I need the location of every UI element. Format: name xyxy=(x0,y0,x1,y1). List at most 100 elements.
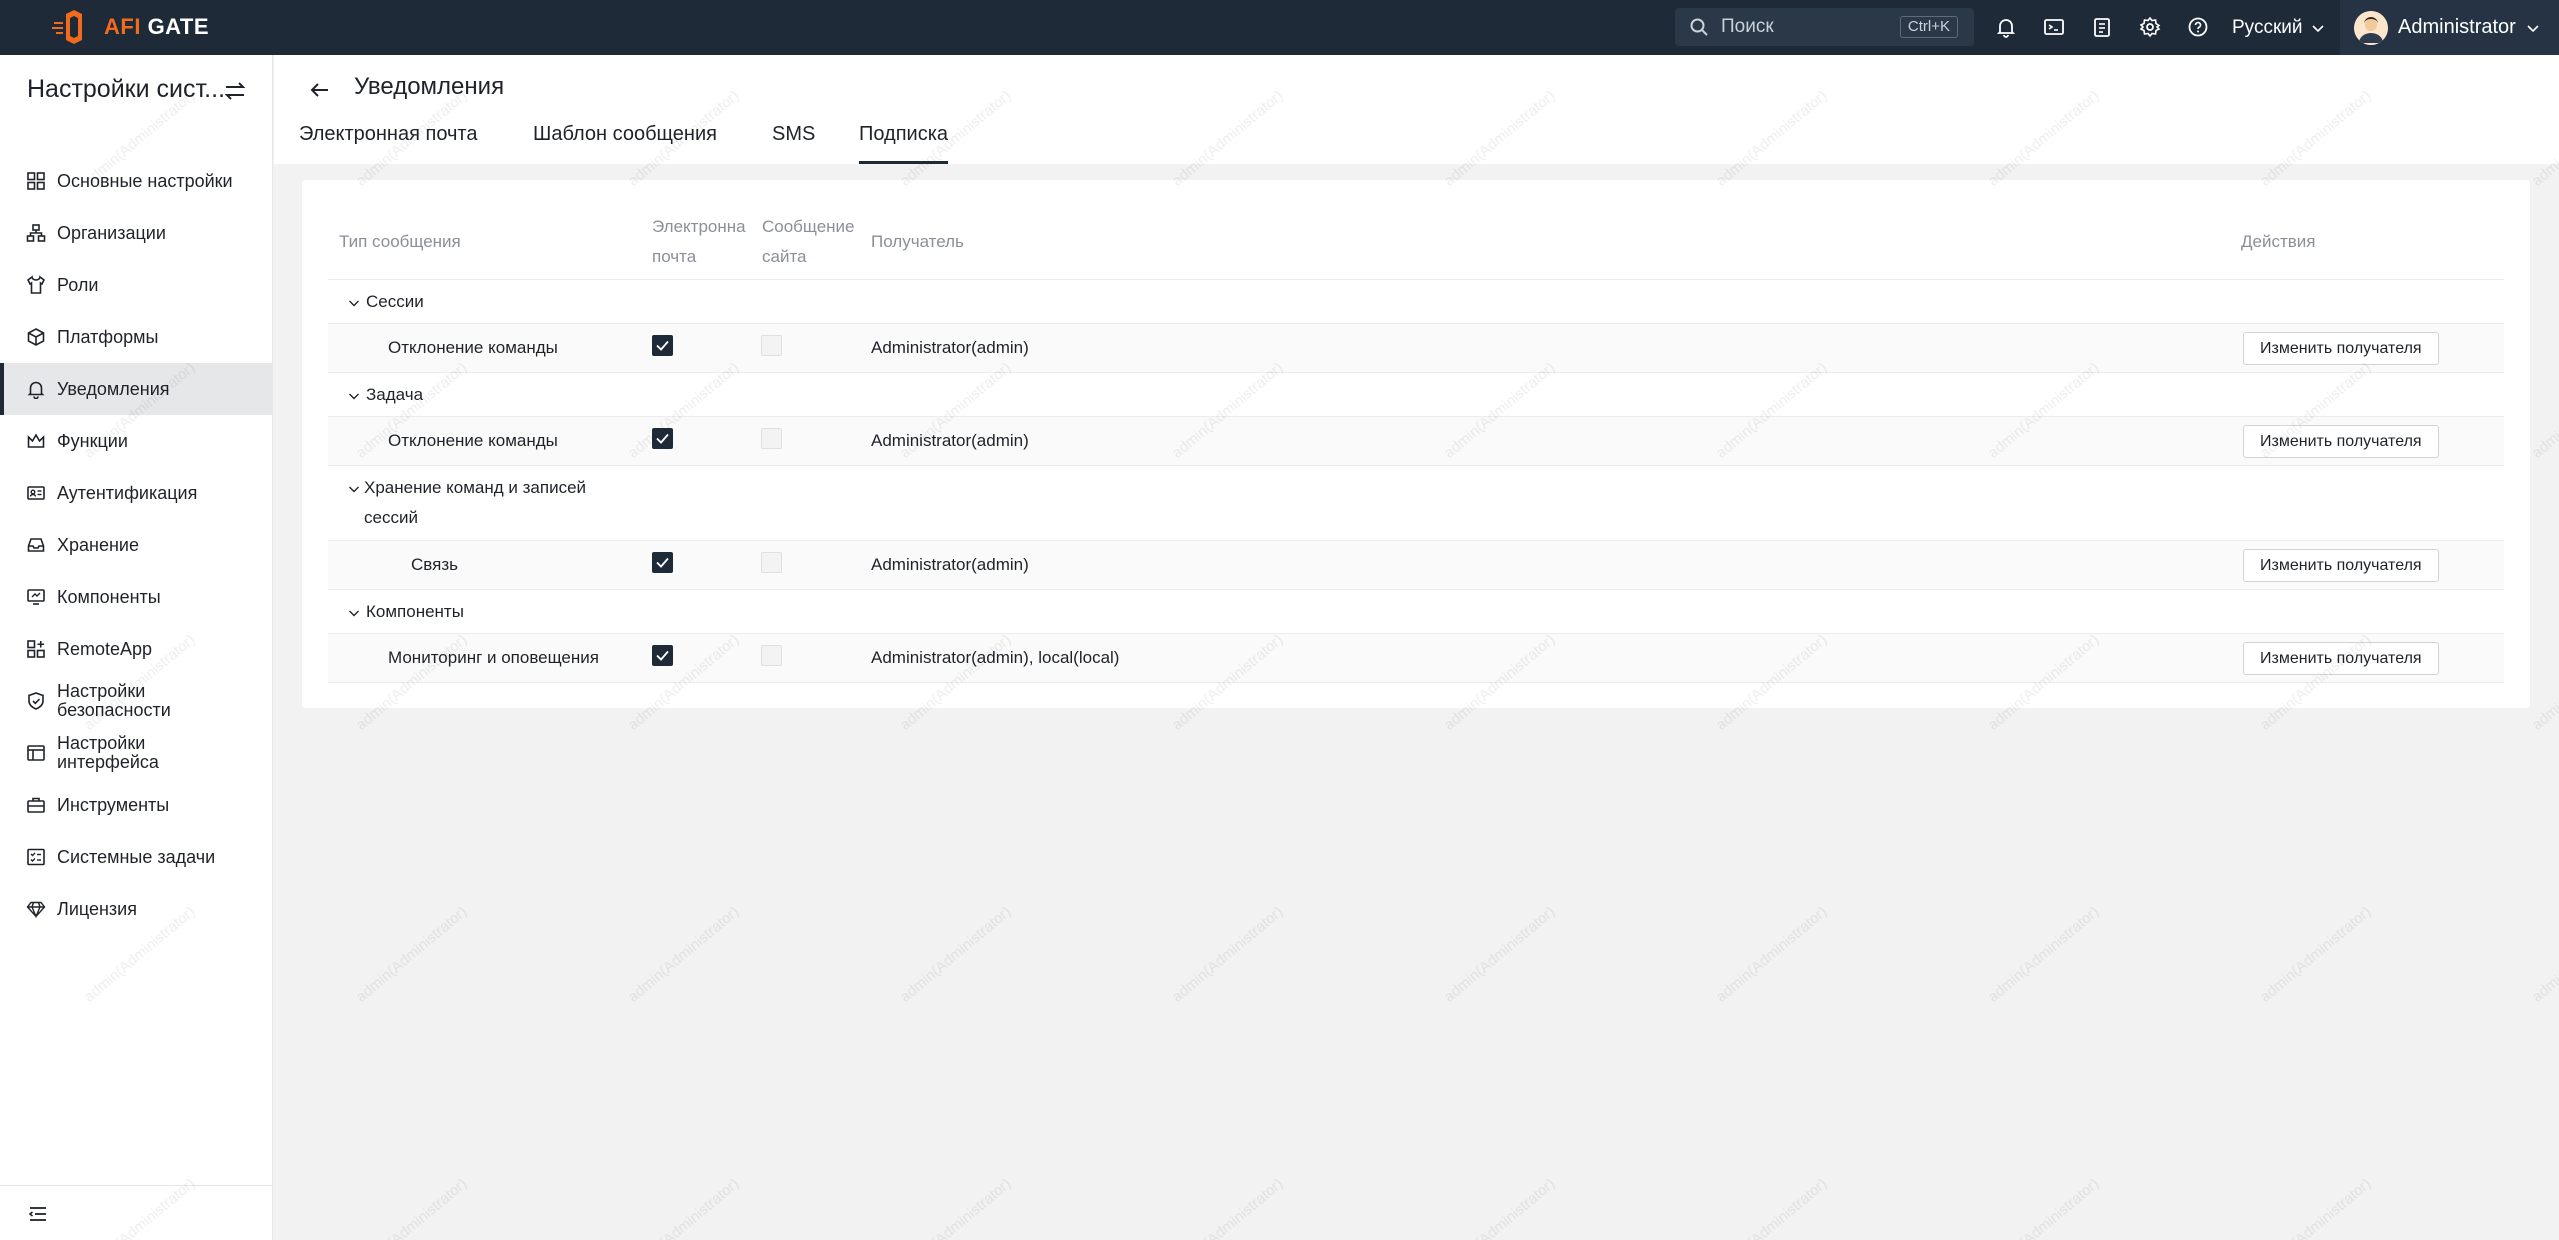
sidebar-item-remoteapp[interactable]: RemoteApp xyxy=(0,623,273,675)
email-checkbox[interactable] xyxy=(652,335,673,356)
shirt-icon xyxy=(26,275,46,294)
change-recipient-button[interactable]: Изменить получателя xyxy=(2243,549,2439,582)
sidebar-item-interface-settings[interactable]: Настройки интерфейса xyxy=(0,727,273,779)
chevron-down-icon[interactable] xyxy=(348,390,360,402)
tab-email[interactable]: Электронная почта xyxy=(299,123,477,164)
toolbox-icon xyxy=(27,797,45,813)
sidebar-item-label: Инструменты xyxy=(57,794,170,815)
group-sessions[interactable]: Сессии xyxy=(366,287,424,317)
clipboard-icon[interactable] xyxy=(2088,13,2116,41)
terminal-icon[interactable] xyxy=(2040,13,2068,41)
column-header-site-line1: Сообщение xyxy=(762,217,855,236)
diamond-icon xyxy=(26,901,46,919)
sidebar-item-license[interactable]: Лицензия xyxy=(0,883,273,935)
group-components[interactable]: Компоненты xyxy=(366,597,464,627)
gear-icon[interactable] xyxy=(2136,13,2164,41)
site-checkbox[interactable] xyxy=(761,428,782,449)
group-command-storage-line2[interactable]: сессий xyxy=(364,503,418,533)
help-icon[interactable] xyxy=(2184,13,2212,41)
tasks-icon xyxy=(27,848,45,866)
logo[interactable]: AFI GATE xyxy=(52,10,209,44)
sidebar-footer xyxy=(0,1185,273,1240)
email-checkbox[interactable] xyxy=(652,645,673,666)
top-bar: AFI GATE Поиск Ctrl+K Русский Administra… xyxy=(0,0,2559,55)
sidebar-item-security-settings[interactable]: Настройки безопасности xyxy=(0,675,273,727)
tab-subscription[interactable]: Подписка xyxy=(859,123,949,164)
chevron-down-icon[interactable] xyxy=(348,607,360,619)
sidebar-item-label: Функции xyxy=(57,430,128,451)
search-shortcut: Ctrl+K xyxy=(1899,16,1958,38)
page-header: Уведомления Электронная почта Шаблон соо… xyxy=(274,55,2559,164)
chevron-down-icon xyxy=(2311,24,2324,32)
site-checkbox[interactable] xyxy=(761,335,782,356)
column-header-email-line2: почта xyxy=(652,247,697,266)
sidebar-item-basic-settings[interactable]: Основные настройки xyxy=(0,155,273,207)
sidebar-item-organizations[interactable]: Организации xyxy=(0,207,273,259)
sidebar-title: Настройки сист... xyxy=(27,75,226,103)
sidebar-item-label: Системные задачи xyxy=(57,846,216,867)
language-selector[interactable]: Русский xyxy=(2232,0,2325,55)
swap-icon[interactable] xyxy=(222,78,248,104)
search-placeholder: Поиск xyxy=(1721,16,1774,37)
user-menu[interactable]: Administrator xyxy=(2340,0,2559,55)
chevron-down-icon[interactable] xyxy=(348,483,360,495)
email-checkbox[interactable] xyxy=(652,552,673,573)
tab-sms[interactable]: SMS xyxy=(772,123,815,164)
group-command-storage[interactable]: Хранение команд и записей xyxy=(364,473,586,503)
row-name: Мониторинг и оповещения xyxy=(388,648,599,667)
watermark-text: admin(Administrator) xyxy=(896,903,1015,1006)
site-checkbox[interactable] xyxy=(761,645,782,666)
sidebar: Настройки сист... Основные настройки Орг… xyxy=(0,55,273,1240)
shield-icon xyxy=(28,692,44,710)
layout-icon xyxy=(27,745,45,761)
change-recipient-button[interactable]: Изменить получателя xyxy=(2243,332,2439,365)
change-recipient-button[interactable]: Изменить получателя xyxy=(2243,642,2439,675)
sidebar-item-system-tasks[interactable]: Системные задачи xyxy=(0,831,273,883)
recipient: Administrator(admin), local(local) xyxy=(871,648,1120,667)
sidebar-item-features[interactable]: Функции xyxy=(0,415,273,467)
sidebar-item-label: Роли xyxy=(57,274,99,295)
chevron-down-icon[interactable] xyxy=(348,297,360,309)
chevron-down-icon xyxy=(2527,24,2539,32)
collapse-menu-icon[interactable] xyxy=(27,1203,49,1225)
sidebar-item-tools[interactable]: Инструменты xyxy=(0,779,273,831)
tab-message-template[interactable]: Шаблон сообщения xyxy=(533,123,717,164)
back-arrow-icon[interactable] xyxy=(307,77,333,103)
watermark-text: admin(Administrator) xyxy=(624,903,743,1006)
subscription-table: Тип сообщения Электронна почта Сообщение… xyxy=(302,180,2530,708)
sidebar-item-components[interactable]: Компоненты xyxy=(0,571,273,623)
language-label: Русский xyxy=(2232,16,2303,38)
divider xyxy=(328,589,2504,590)
watermark-text: admin(Administrator) xyxy=(896,1175,1015,1240)
user-name: Administrator xyxy=(2398,16,2516,38)
column-header-site-line2: сайта xyxy=(762,247,807,266)
site-checkbox[interactable] xyxy=(761,552,782,573)
crown-icon xyxy=(27,433,45,448)
logo-icon xyxy=(52,10,82,44)
logo-text: AFI GATE xyxy=(104,14,210,39)
watermark-text: admin(Administrator) xyxy=(1712,1175,1831,1240)
row-name: Отклонение команды xyxy=(388,431,558,450)
email-checkbox[interactable] xyxy=(652,428,673,449)
watermark-text: admin(Administrator) xyxy=(1712,903,1831,1006)
group-task[interactable]: Задача xyxy=(366,380,423,410)
change-recipient-button[interactable]: Изменить получателя xyxy=(2243,425,2439,458)
sidebar-item-roles[interactable]: Роли xyxy=(0,259,273,311)
watermark-text: admin(Administrator) xyxy=(1984,903,2103,1006)
sidebar-item-authentication[interactable]: Аутентификация xyxy=(0,467,273,519)
sidebar-item-platforms[interactable]: Платформы xyxy=(0,311,273,363)
divider xyxy=(328,465,2504,466)
search-input[interactable]: Поиск Ctrl+K xyxy=(1675,8,1974,46)
sidebar-item-label: Аутентификация xyxy=(57,482,198,503)
sidebar-item-label: Компоненты xyxy=(57,586,161,607)
sidebar-item-storage[interactable]: Хранение xyxy=(0,519,273,571)
bell-icon xyxy=(27,381,45,399)
bell-icon[interactable] xyxy=(1992,13,2020,41)
sidebar-item-label: RemoteApp xyxy=(57,638,153,659)
watermark-text: admin(Administrator) xyxy=(1984,1175,2103,1240)
sidebar-item-notifications[interactable]: Уведомления xyxy=(0,363,273,415)
sidebar-item-label: Хранение xyxy=(57,534,139,555)
watermark-text: admin(Administrator) xyxy=(2256,903,2375,1006)
grid-icon xyxy=(27,172,45,190)
sidebar-item-label: Настройки безопасности xyxy=(57,681,171,720)
